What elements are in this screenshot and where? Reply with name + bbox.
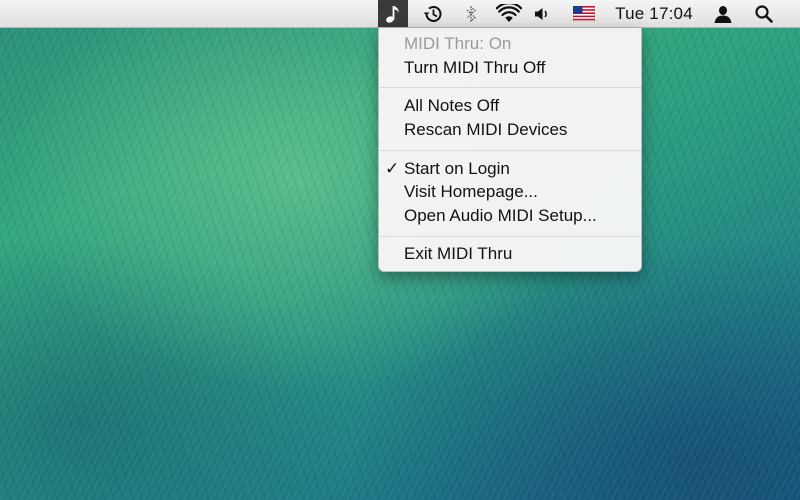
all-notes-off-label: All Notes Off: [404, 96, 500, 115]
desktop: Tue 17:04 MIDI Thru: On Turn MIDI Thru O…: [0, 0, 800, 500]
turn-midi-thru-off-label: Turn MIDI Thru Off: [404, 58, 546, 77]
menu-item-turn-midi-thru-off[interactable]: Turn MIDI Thru Off: [379, 56, 641, 80]
user-menubar-item[interactable]: [709, 0, 737, 27]
menu-item-exit-midi-thru[interactable]: Exit MIDI Thru: [379, 242, 641, 266]
menu-separator: [380, 87, 641, 88]
spotlight-search-icon: [755, 4, 773, 23]
volume-menubar-item[interactable]: [530, 0, 554, 27]
menu-item-open-audio-midi-setup[interactable]: Open Audio MIDI Setup...: [379, 204, 641, 228]
rescan-midi-devices-label: Rescan MIDI Devices: [404, 120, 568, 139]
menu-item-visit-homepage[interactable]: Visit Homepage...: [379, 180, 641, 204]
midi-thru-menu: MIDI Thru: On Turn MIDI Thru Off All Not…: [378, 28, 642, 272]
midi-thru-menubar-item[interactable]: [378, 0, 408, 27]
input-source-menubar-item[interactable]: [570, 0, 598, 27]
open-audio-midi-setup-label: Open Audio MIDI Setup...: [404, 206, 597, 225]
user-icon: [714, 5, 732, 23]
exit-midi-thru-label: Exit MIDI Thru: [404, 244, 513, 263]
start-on-login-label: Start on Login: [404, 159, 510, 178]
volume-icon: [535, 7, 547, 20]
music-note-icon: [386, 5, 399, 23]
time-machine-menubar-item[interactable]: [420, 0, 446, 27]
menu-item-all-notes-off[interactable]: All Notes Off: [379, 94, 641, 118]
menu-separator: [380, 150, 641, 151]
status-label: MIDI Thru: On: [404, 34, 512, 53]
menu-item-status: MIDI Thru: On: [379, 32, 641, 56]
visit-homepage-label: Visit Homepage...: [404, 182, 538, 201]
bluetooth-icon: [466, 5, 476, 22]
bluetooth-menubar-item[interactable]: [458, 0, 484, 27]
clock[interactable]: Tue 17:04: [606, 0, 702, 27]
us-flag-icon: [573, 5, 595, 22]
spotlight-menubar-item[interactable]: [750, 0, 778, 27]
menu-separator: [380, 236, 641, 237]
time-machine-icon: [423, 5, 442, 22]
menu-item-start-on-login[interactable]: ✓ Start on Login: [379, 157, 641, 181]
wifi-icon: [496, 3, 522, 22]
wifi-menubar-item[interactable]: [494, 0, 524, 27]
menu-bar: Tue 17:04: [0, 0, 800, 28]
menu-item-rescan-midi-devices[interactable]: Rescan MIDI Devices: [379, 118, 641, 142]
checkmark-icon: ✓: [385, 159, 400, 178]
